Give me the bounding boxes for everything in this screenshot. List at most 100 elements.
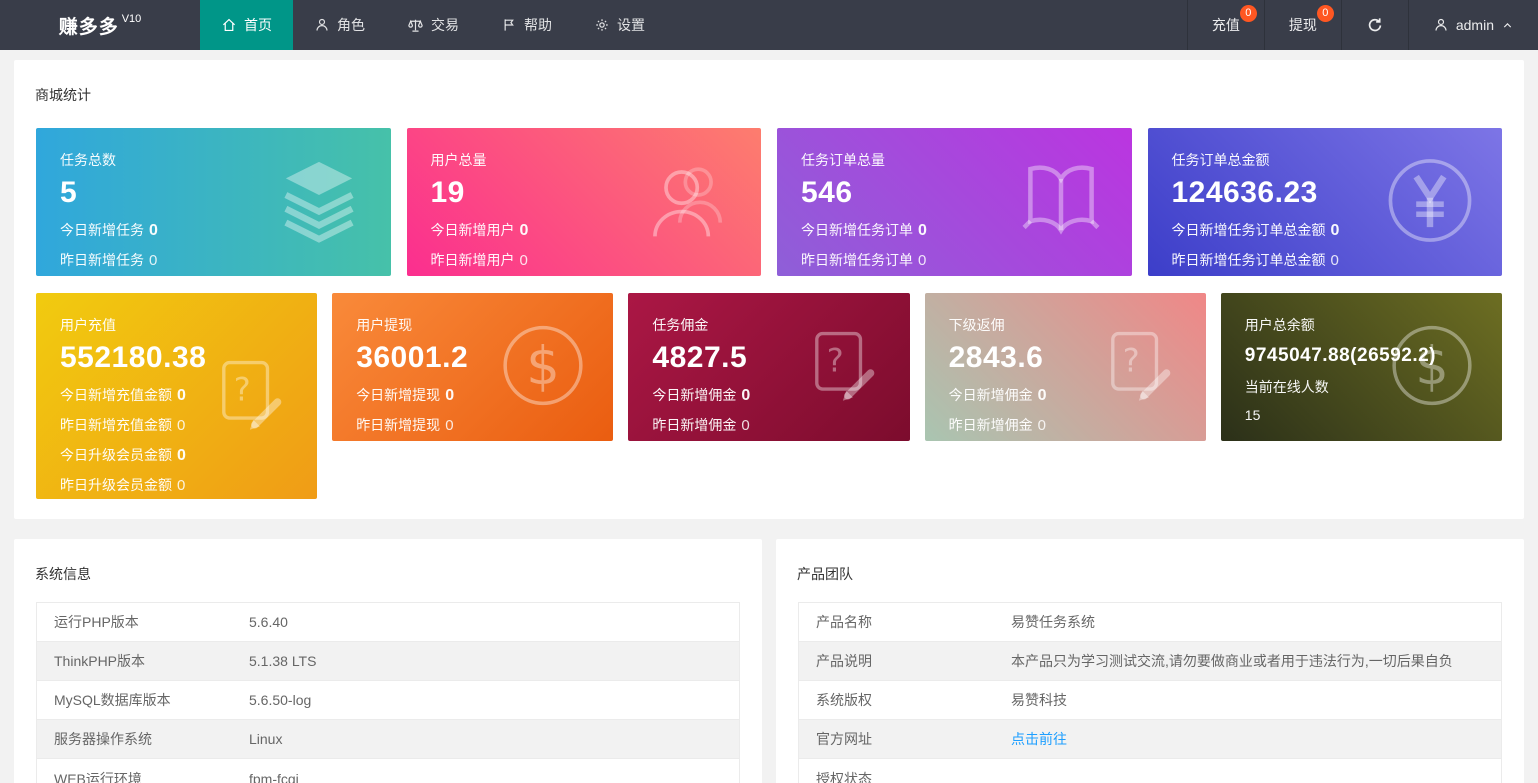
- card-line: 昨日新增用户0: [431, 250, 738, 270]
- card-line: 昨日新增佣金0: [652, 415, 885, 435]
- table-row: 运行PHP版本5.6.40: [37, 603, 739, 642]
- stat-card-user-withdraw: 用户提现 36001.2 今日新增提现0 昨日新增提现0 $: [332, 293, 613, 441]
- scales-icon: [407, 17, 424, 34]
- chevron-up-icon: [1501, 19, 1514, 32]
- system-info-table: 运行PHP版本5.6.40 ThinkPHP版本5.1.38 LTS MySQL…: [36, 602, 740, 783]
- menu-item-label: 设置: [617, 15, 645, 35]
- home-icon: [221, 17, 237, 33]
- gear-icon: [594, 17, 610, 33]
- card-label: 用户提现: [356, 315, 589, 335]
- menu-item-label: 首页: [244, 15, 272, 35]
- card-label: 任务订单总量: [801, 150, 1108, 170]
- menu-item-label: 交易: [431, 15, 459, 35]
- menu-item-settings[interactable]: 设置: [573, 0, 666, 50]
- main-content: 商城统计 任务总数 5 今日新增任务0 昨日新增任务0 用户总量 19 今日新增…: [0, 50, 1538, 783]
- main-menu: 首页 角色 交易 帮助 设置: [200, 0, 666, 50]
- table-row: MySQL数据库版本5.6.50-log: [37, 681, 739, 720]
- card-value: 4827.5: [652, 341, 885, 375]
- flag-icon: [501, 17, 517, 33]
- stats-cards: 任务总数 5 今日新增任务0 昨日新增任务0 用户总量 19 今日新增用户0 昨…: [14, 120, 1524, 519]
- product-team-title: 产品团队: [776, 539, 1524, 599]
- refresh-button[interactable]: [1341, 0, 1408, 50]
- card-label: 任务总数: [60, 150, 367, 170]
- card-line: 昨日新增任务订单总金额0: [1172, 250, 1479, 270]
- bottom-panels: 系统信息 运行PHP版本5.6.40 ThinkPHP版本5.1.38 LTS …: [14, 539, 1524, 783]
- card-line: 15: [1245, 407, 1478, 423]
- system-info-title: 系统信息: [14, 539, 762, 599]
- card-value: 552180.38: [60, 341, 293, 375]
- recharge-label: 充值: [1212, 15, 1240, 35]
- stats-row-2: 用户充值 552180.38 今日新增充值金额0 昨日新增充值金额0 今日升级会…: [36, 293, 1502, 499]
- card-line: 昨日新增任务订单0: [801, 250, 1108, 270]
- menu-item-label: 角色: [337, 15, 365, 35]
- stat-card-user-recharge: 用户充值 552180.38 今日新增充值金额0 昨日新增充值金额0 今日升级会…: [36, 293, 317, 499]
- stat-card-user-balance: 用户总余额 9745047.88(26592.2) 当前在线人数 15 $: [1221, 293, 1502, 441]
- username: admin: [1456, 17, 1494, 33]
- table-row: 产品名称易赞任务系统: [799, 603, 1501, 642]
- card-value: 9745047.88(26592.2): [1245, 345, 1478, 367]
- stat-card-order-amount: 任务订单总金额 124636.23 今日新增任务订单总金额0 昨日新增任务订单总…: [1148, 128, 1503, 276]
- card-label: 下级返佣: [949, 315, 1182, 335]
- stats-row-1: 任务总数 5 今日新增任务0 昨日新增任务0 用户总量 19 今日新增用户0 昨…: [36, 128, 1502, 276]
- stat-card-task-commission: 任务佣金 4827.5 今日新增佣金0 昨日新增佣金0 ?: [628, 293, 909, 441]
- stat-card-sub-rebate: 下级返佣 2843.6 今日新增佣金0 昨日新增佣金0 ?: [925, 293, 1206, 441]
- menu-item-home[interactable]: 首页: [200, 0, 293, 50]
- card-line: 昨日新增任务0: [60, 250, 367, 270]
- withdraw-badge: 0: [1317, 5, 1334, 22]
- stats-panel-title: 商城统计: [14, 60, 1524, 120]
- stats-panel: 商城统计 任务总数 5 今日新增任务0 昨日新增任务0 用户总量 19 今日新增…: [14, 60, 1524, 519]
- card-line: 昨日新增充值金额0: [60, 415, 293, 435]
- menu-item-roles[interactable]: 角色: [293, 0, 386, 50]
- table-row: ThinkPHP版本5.1.38 LTS: [37, 642, 739, 681]
- menu-item-help[interactable]: 帮助: [480, 0, 573, 50]
- recharge-button[interactable]: 充值 0: [1187, 0, 1264, 50]
- navbar-spacer: [666, 0, 1187, 50]
- card-line: 今日新增提现0: [356, 385, 589, 405]
- card-line: 今日新增任务订单总金额0: [1172, 220, 1479, 240]
- system-info-panel: 系统信息 运行PHP版本5.6.40 ThinkPHP版本5.1.38 LTS …: [14, 539, 762, 783]
- card-value: 36001.2: [356, 341, 589, 375]
- menu-item-trade[interactable]: 交易: [386, 0, 480, 50]
- table-row: 服务器操作系统Linux: [37, 720, 739, 759]
- table-row: 产品说明本产品只为学习测试交流,请勿要做商业或者用于违法行为,一切后果自负: [799, 642, 1501, 681]
- card-line: 今日升级会员金额0: [60, 445, 293, 465]
- card-line: 昨日升级会员金额0: [60, 475, 293, 495]
- recharge-badge: 0: [1240, 5, 1257, 22]
- card-label: 任务佣金: [652, 315, 885, 335]
- admin-avatar-icon: [1433, 17, 1449, 33]
- card-line: 今日新增任务0: [60, 220, 367, 240]
- stat-card-user-total: 用户总量 19 今日新增用户0 昨日新增用户0: [407, 128, 762, 276]
- table-row: 授权状态: [799, 759, 1501, 783]
- card-label: 任务订单总金额: [1172, 150, 1479, 170]
- table-row: WEB运行环境fpm-fcgi: [37, 759, 739, 783]
- official-site-link[interactable]: 点击前往: [1011, 731, 1067, 747]
- card-label: 用户总余额: [1245, 315, 1478, 335]
- card-value: 546: [801, 176, 1108, 210]
- app-logo[interactable]: 赚多多 V10: [0, 0, 200, 50]
- logo-version: V10: [122, 13, 142, 25]
- card-line: 今日新增佣金0: [652, 385, 885, 405]
- user-menu[interactable]: admin: [1408, 0, 1538, 50]
- card-line: 今日新增充值金额0: [60, 385, 293, 405]
- product-team-panel: 产品团队 产品名称易赞任务系统 产品说明本产品只为学习测试交流,请勿要做商业或者…: [776, 539, 1524, 783]
- table-row: 系统版权易赞科技: [799, 681, 1501, 720]
- menu-item-label: 帮助: [524, 15, 552, 35]
- card-label: 用户总量: [431, 150, 738, 170]
- withdraw-label: 提现: [1289, 15, 1317, 35]
- card-value: 2843.6: [949, 341, 1182, 375]
- card-line: 今日新增任务订单0: [801, 220, 1108, 240]
- stat-card-task-total: 任务总数 5 今日新增任务0 昨日新增任务0: [36, 128, 391, 276]
- card-line: 昨日新增佣金0: [949, 415, 1182, 435]
- dollar-circle-icon: $: [1388, 322, 1476, 413]
- top-navbar: 赚多多 V10 首页 角色 交易 帮助 设置 充值 0 提现: [0, 0, 1538, 50]
- card-value: 5: [60, 176, 367, 210]
- logo-text: 赚多多: [59, 12, 119, 39]
- withdraw-button[interactable]: 提现 0: [1264, 0, 1341, 50]
- refresh-icon: [1366, 16, 1384, 34]
- navbar-actions: 充值 0 提现 0 admin: [1187, 0, 1538, 50]
- card-line: 今日新增佣金0: [949, 385, 1182, 405]
- user-icon: [314, 17, 330, 33]
- card-line: 昨日新增提现0: [356, 415, 589, 435]
- stat-card-order-total: 任务订单总量 546 今日新增任务订单0 昨日新增任务订单0: [777, 128, 1132, 276]
- card-value: 19: [431, 176, 738, 210]
